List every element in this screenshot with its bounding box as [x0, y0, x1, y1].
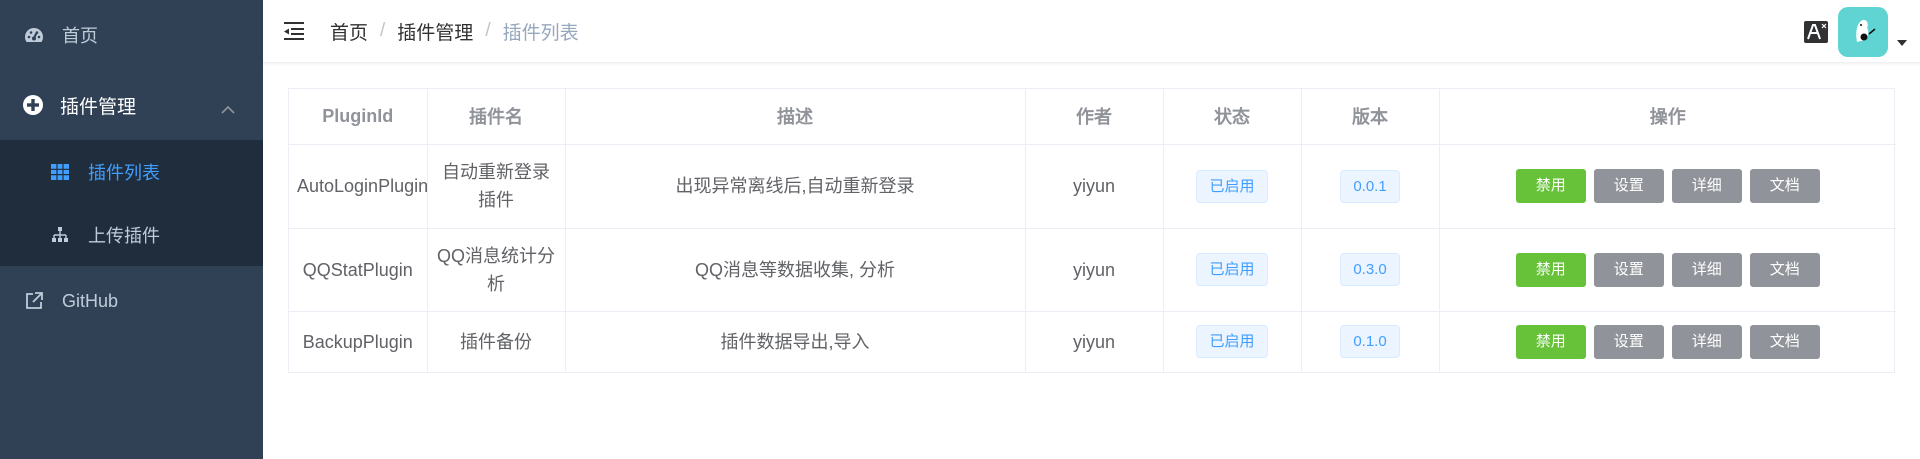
- docs-button[interactable]: 文档: [1749, 252, 1820, 287]
- cell-actions: 禁用 设置 详细 文档: [1439, 311, 1896, 372]
- caret-down-icon[interactable]: [1896, 37, 1908, 49]
- cell-author: yiyun: [1025, 144, 1164, 229]
- tree-icon: [50, 225, 70, 245]
- submenu: 插件列表 上传插件: [0, 140, 263, 266]
- details-button[interactable]: 详细: [1671, 169, 1742, 203]
- sidebar-item-plugin-list[interactable]: 插件列表: [0, 140, 263, 203]
- table-row: BackupPlugin 插件备份 插件数据导出,导入 yiyun 已启用 0.…: [289, 311, 1896, 372]
- breadcrumb-item-current: 插件列表: [502, 22, 579, 44]
- cell-actions: 禁用 设置 详细 文档: [1439, 144, 1896, 229]
- breadcrumb-item[interactable]: 插件管理: [397, 18, 473, 45]
- cell-status: 已启用: [1163, 228, 1302, 312]
- plugin-table: PluginId 插件名 描述 作者 状态 版本 操作 AutoLoginPlu…: [288, 88, 1896, 373]
- cell-actions: 禁用 设置 详细 文档: [1439, 228, 1896, 312]
- sidebar-item-label: GitHub: [62, 290, 119, 311]
- sidebar-submenu-plugin-mgmt[interactable]: 插件管理: [0, 70, 263, 140]
- cell-plugin-name: QQ消息统计分析: [427, 228, 566, 312]
- version-badge: 0.1.0: [1340, 325, 1400, 359]
- version-badge: 0.3.0: [1340, 253, 1400, 286]
- cell-description: 出现异常离线后,自动重新登录: [565, 144, 1026, 229]
- cell-plugin-id: BackupPlugin: [289, 311, 428, 372]
- avatar[interactable]: [1838, 6, 1888, 57]
- settings-button[interactable]: 设置: [1593, 169, 1664, 203]
- breadcrumb: 首页 / 插件管理 / 插件列表: [330, 18, 579, 45]
- sidebar-item-label: 上传插件: [88, 225, 160, 246]
- right-menu: [1804, 0, 1920, 63]
- column-header: PluginId: [289, 89, 428, 145]
- cell-plugin-id: QQStatPlugin: [289, 228, 428, 312]
- submenu-title-label: 插件管理: [60, 96, 137, 118]
- table-row: AutoLoginPlugin 自动重新登录插件 出现异常离线后,自动重新登录 …: [289, 144, 1896, 229]
- sidebar-item-home[interactable]: 首页: [0, 0, 263, 70]
- sidebar-item-github[interactable]: GitHub: [0, 266, 263, 336]
- cell-version: 0.0.1: [1301, 144, 1440, 229]
- details-button[interactable]: 详细: [1671, 252, 1742, 287]
- disable-button[interactable]: 禁用: [1515, 324, 1586, 359]
- column-header: 插件名: [427, 89, 566, 145]
- settings-button[interactable]: 设置: [1593, 252, 1664, 287]
- table-icon: [50, 162, 70, 182]
- docs-button[interactable]: 文档: [1749, 324, 1820, 359]
- cell-author: yiyun: [1025, 311, 1164, 372]
- breadcrumb-separator: /: [380, 20, 386, 41]
- cell-plugin-name: 自动重新登录插件: [427, 144, 566, 229]
- external-link-icon: [24, 291, 44, 311]
- cell-version: 0.3.0: [1301, 228, 1440, 312]
- column-header: 描述: [565, 89, 1026, 145]
- cell-status: 已启用: [1163, 311, 1302, 372]
- disable-button[interactable]: 禁用: [1515, 252, 1586, 287]
- cell-author: yiyun: [1025, 228, 1164, 312]
- plus-circle-icon: [22, 94, 44, 116]
- main-content: 首页 / 插件管理 / 插件列表 PluginId 插件名 描述 作者 状态 版…: [263, 0, 1920, 459]
- chevron-up-icon: [221, 98, 235, 120]
- settings-button[interactable]: 设置: [1593, 324, 1664, 359]
- hamburger-icon[interactable]: [282, 19, 306, 43]
- translate-icon[interactable]: [1804, 20, 1828, 44]
- cell-version: 0.1.0: [1301, 311, 1440, 372]
- sidebar: 首页 插件管理 插件列表 上传插件 GitHub: [0, 0, 263, 459]
- breadcrumb-separator: /: [485, 20, 491, 41]
- column-header: 作者: [1025, 89, 1164, 145]
- version-badge: 0.0.1: [1340, 169, 1400, 203]
- sidebar-item-label: 插件列表: [88, 162, 160, 183]
- cell-plugin-name: 插件备份: [427, 311, 566, 372]
- status-badge: 已启用: [1196, 169, 1268, 203]
- disable-button[interactable]: 禁用: [1515, 169, 1586, 203]
- column-header: 状态: [1163, 89, 1302, 145]
- details-button[interactable]: 详细: [1671, 324, 1742, 359]
- table-row: QQStatPlugin QQ消息统计分析 QQ消息等数据收集, 分析 yiyu…: [289, 228, 1896, 312]
- navbar: 首页 / 插件管理 / 插件列表: [263, 0, 1920, 63]
- sidebar-item-upload-plugin[interactable]: 上传插件: [0, 203, 263, 266]
- breadcrumb-item[interactable]: 首页: [330, 18, 368, 45]
- cell-plugin-id: AutoLoginPlugin: [289, 144, 428, 229]
- cell-description: 插件数据导出,导入: [565, 311, 1026, 372]
- status-badge: 已启用: [1196, 253, 1268, 286]
- cell-description: QQ消息等数据收集, 分析: [565, 228, 1026, 312]
- cell-status: 已启用: [1163, 144, 1302, 229]
- column-header: 操作: [1439, 89, 1896, 145]
- sidebar-item-label: 首页: [62, 26, 98, 46]
- dashboard-icon: [24, 25, 44, 45]
- table-header-row: PluginId 插件名 描述 作者 状态 版本 操作: [289, 89, 1896, 145]
- status-badge: 已启用: [1196, 325, 1268, 359]
- column-header: 版本: [1301, 89, 1440, 145]
- docs-button[interactable]: 文档: [1749, 169, 1820, 203]
